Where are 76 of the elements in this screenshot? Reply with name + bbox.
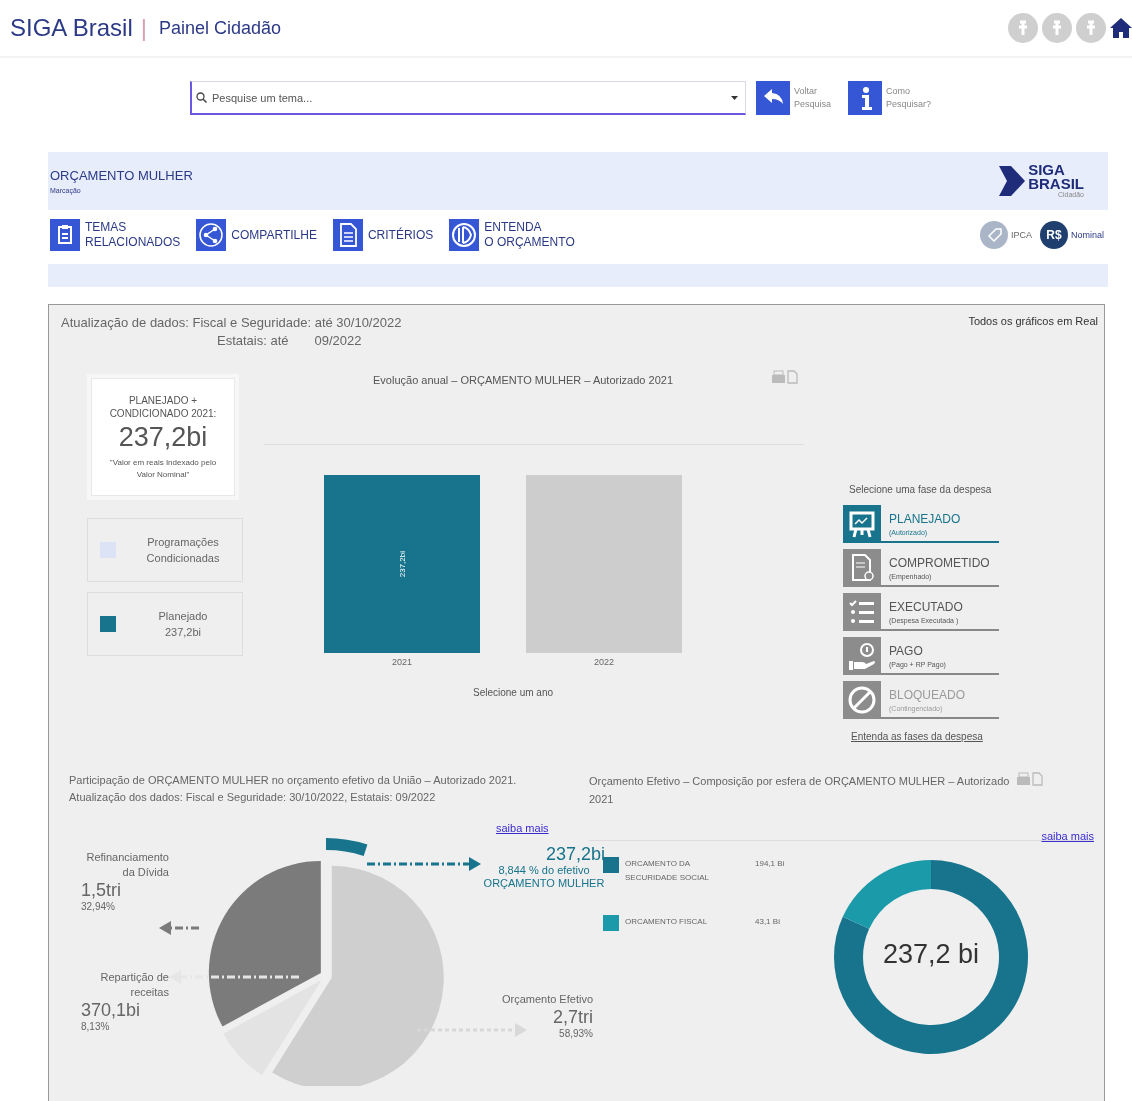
currency-badge: R$: [1040, 221, 1068, 249]
help-button[interactable]: Como Pesquisar?: [848, 81, 930, 115]
topic-title: ORÇAMENTO MULHER: [50, 168, 193, 183]
site-logo[interactable]: SIGA Brasil: [10, 14, 133, 42]
home-icon[interactable]: [1110, 17, 1132, 39]
separator: |: [140, 14, 147, 42]
toolbar-button[interactable]: COMPARTILHE: [196, 219, 317, 251]
highlight-name: ORÇAMENTO MULHER: [483, 877, 605, 889]
slice-share: 32,94%: [80, 901, 116, 912]
highlight-share: 8,844 % do efetivo: [498, 864, 590, 876]
slice-label: Refinanciamento da Dívida: [85, 850, 169, 880]
pie-slice[interactable]: [272, 865, 444, 1086]
chart-subtitle: Atualização dos dados: Fiscal e Seguridade: 30/10/2022, Estatais: 09/2022: [69, 790, 437, 805]
document-icon: [843, 549, 881, 587]
chart-title: Participação de ORÇAMENTO MULHER no orçamento efetivo da União – Autorizado 2021.: [69, 773, 518, 788]
prohibited-icon: [843, 681, 881, 719]
donut-segment[interactable]: [842, 860, 931, 929]
value-mode-toggle[interactable]: R$ Nominal: [1040, 221, 1104, 249]
legend-value: 43,1 Bi: [755, 916, 780, 928]
update-label: Estatais: até: [217, 333, 289, 348]
legend-value: 194,1 Bi: [755, 858, 785, 870]
chevron-icon: [999, 166, 1026, 196]
phases-link[interactable]: Entenda as fases da despesa: [851, 731, 1104, 742]
update-date: 09/2022: [314, 333, 362, 348]
slice-value: 370,1bi: [80, 1000, 142, 1021]
easel-icon: [843, 505, 881, 543]
update-note: Atualização de dados: Fiscal e Seguridade: até 30/10/2022: [61, 315, 402, 330]
back-icon: [756, 81, 790, 115]
toolbar-button[interactable]: CRITÉRIOS: [332, 219, 434, 251]
year-label: 2022: [594, 657, 614, 667]
logo-text: SIGA: [1028, 163, 1066, 177]
value-mode-toggle[interactable]: IPCA: [979, 221, 1032, 249]
clipboard-icon: [50, 219, 80, 251]
phase-heading: Selecione uma fase da despesa: [849, 484, 993, 495]
document-icon: [332, 219, 363, 251]
summary-note: "Valor em reais Indexado pelo Valor Nominal": [108, 457, 218, 481]
coin-hand-icon: [843, 637, 881, 675]
logo-text: BRASIL: [1028, 177, 1084, 191]
slice-share: 8,13%: [80, 1021, 111, 1032]
currency-note: Todos os gráficos em Real: [968, 315, 1098, 329]
highlight-value: 237,2bi: [544, 844, 606, 864]
legend-label: ORCAMENTO DA SECURIDADE SOCIAL: [625, 858, 711, 884]
checklist-icon: [843, 593, 881, 631]
share-icon: [196, 219, 227, 251]
legend-label: ORCAMENTO FISCAL: [625, 916, 709, 928]
slice-value: 1,5tri: [80, 880, 123, 901]
year-label: 2021: [392, 657, 412, 667]
toolbar-button[interactable]: TEMAS RELACIONADOS: [50, 219, 181, 251]
summary-label: PLANEJADO + CONDICIONADO 2021:: [108, 394, 218, 420]
book-icon: [449, 219, 480, 251]
slice-label: Repartição de receitas: [99, 970, 169, 1000]
legend-label: Programações Condicionadas: [145, 535, 221, 566]
chart-title: Evolução anual – ORÇAMENTO MULHER – Autorizado 2021: [373, 374, 673, 386]
slice-value: 2,7tri: [551, 1007, 593, 1028]
slice-label: Orçamento Efetivo: [500, 992, 593, 1007]
caret-icon: [731, 96, 738, 100]
pie-slice[interactable]: [208, 860, 321, 1027]
slice-share: 58,93%: [558, 1028, 593, 1039]
search-field[interactable]: Pesquise um tema...: [190, 81, 746, 115]
page-title: Painel Cidadão: [158, 17, 282, 39]
leader-arrow: [159, 921, 199, 935]
toolbar-button[interactable]: ENTENDA O ORÇAMENTO: [449, 219, 575, 251]
legend-label: Planejado 237,2bi: [157, 609, 209, 640]
more-link[interactable]: saiba mais: [1041, 830, 1094, 842]
search-icon: [196, 92, 207, 103]
bar[interactable]: 237,2bi: [324, 475, 480, 653]
donut-total: 237,2 bi: [881, 939, 981, 970]
highlight-arc: [326, 838, 368, 856]
info-icon: [848, 81, 882, 115]
summary-value: 237,2bi: [118, 422, 208, 453]
donut-segment[interactable]: [834, 860, 1028, 1054]
pie-slice[interactable]: [223, 980, 322, 1075]
chart-hint: Selecione um ano: [472, 687, 554, 698]
back-button[interactable]: Voltar Pesquisa: [756, 81, 838, 115]
chart-title: Orçamento Efetivo – Composição por esfera de ORÇAMENTO MULHER – Autorizado 2021: [589, 774, 1011, 807]
more-link[interactable]: saiba mais: [496, 822, 549, 834]
